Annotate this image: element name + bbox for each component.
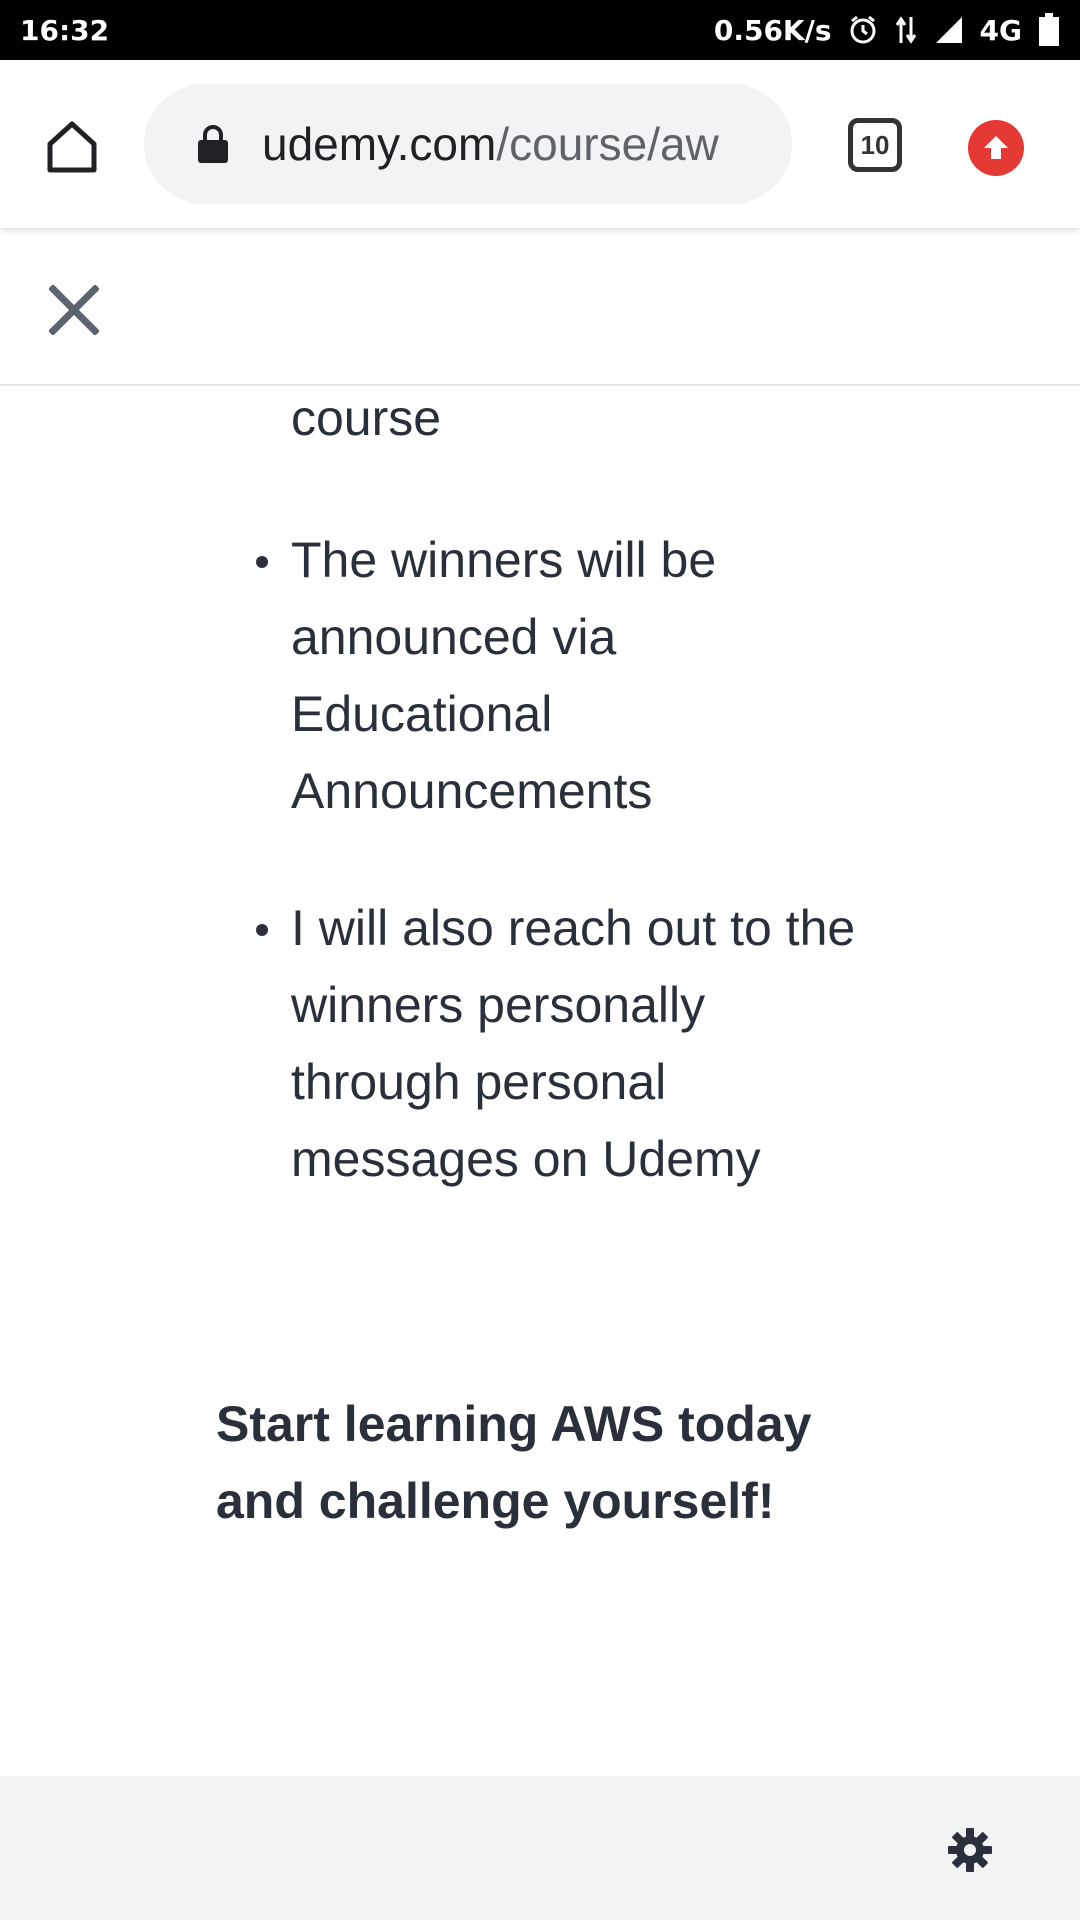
status-time: 16:32 (20, 13, 110, 47)
list-item: I will also reach out to the winners per… (248, 890, 868, 1198)
bullet-list: The winners will be announced via Educat… (248, 522, 868, 1258)
alarm-icon (848, 15, 878, 45)
gear-icon (948, 1828, 992, 1872)
url-bar[interactable]: udemy.com/course/aw (144, 84, 792, 204)
home-button[interactable] (40, 114, 104, 178)
url-domain: udemy.com (262, 118, 497, 170)
status-bar: 16:32 0.56K/s 4G (0, 0, 1080, 60)
list-item: The winners will be announced via Educat… (248, 522, 868, 830)
modal-content[interactable]: course The winners will be announced via… (0, 386, 1080, 1776)
url-text: udemy.com/course/aw (262, 117, 719, 171)
modal-header (0, 228, 1080, 386)
update-button[interactable] (968, 120, 1024, 176)
home-icon (47, 121, 97, 173)
signal-icon (934, 15, 964, 45)
close-icon (49, 285, 99, 335)
cta-heading: Start learning AWS today and challenge y… (216, 1396, 812, 1529)
modal-footer (0, 1776, 1080, 1920)
close-button[interactable] (44, 280, 104, 340)
network-type: 4G (979, 13, 1022, 47)
status-right: 0.56K/s 4G (714, 13, 1060, 47)
update-icon (984, 136, 1008, 159)
net-speed: 0.56K/s (713, 13, 832, 47)
page: 16:32 0.56K/s 4G udemy.com/course/aw 10 … (0, 0, 1080, 1920)
url-path: /course/aw (496, 118, 719, 170)
browser-toolbar: udemy.com/course/aw 10 (0, 60, 1080, 228)
tabs-button[interactable]: 10 (848, 118, 902, 172)
battery-icon (1038, 13, 1060, 47)
data-arrows-icon (894, 15, 918, 45)
tab-count: 10 (860, 129, 890, 160)
continued-text: course (291, 390, 442, 446)
lock-icon (198, 125, 228, 163)
settings-button[interactable] (946, 1826, 994, 1874)
